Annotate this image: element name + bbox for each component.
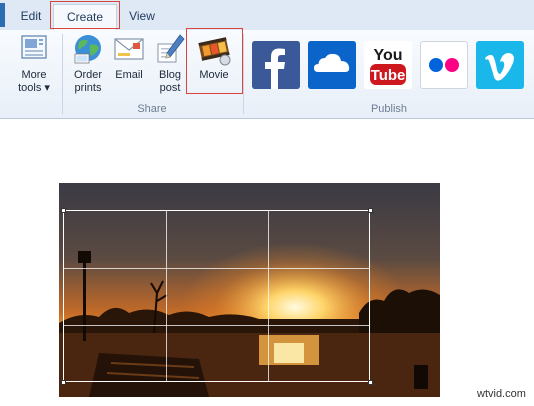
- crop-handle-bottom-left[interactable]: [61, 380, 66, 385]
- ribbon-separator: [62, 34, 63, 114]
- tab-edit[interactable]: Edit: [10, 4, 52, 30]
- crop-grid-line: [64, 325, 369, 326]
- create-tab-highlight: [50, 1, 120, 29]
- order-prints-button[interactable]: Order prints: [66, 32, 110, 100]
- ribbon-tab-bar: Edit Create View: [0, 0, 534, 31]
- facebook-icon: [252, 41, 300, 89]
- ribbon-separator: [243, 34, 244, 114]
- publish-group-label: Publish: [370, 103, 408, 115]
- vimeo-icon: [476, 41, 524, 89]
- youtube-tube-text: Tube: [371, 67, 406, 84]
- crop-handle-top-left[interactable]: [61, 208, 66, 213]
- crop-grid-line: [166, 211, 167, 381]
- flickr-icon: [421, 42, 467, 88]
- app-menu-button[interactable]: [0, 3, 5, 27]
- youtube-icon: You Tube: [364, 41, 412, 89]
- facebook-button[interactable]: [252, 41, 300, 89]
- share-group-label: Share: [137, 103, 167, 115]
- crop-handle-top-right[interactable]: [368, 208, 373, 213]
- crop-grid-line: [64, 268, 369, 269]
- vimeo-button[interactable]: [476, 41, 524, 89]
- more-tools-label: More tools ▾: [18, 69, 50, 94]
- more-tools-icon: [21, 35, 47, 59]
- globe-icon: [74, 35, 101, 64]
- crop-handle-bottom-right[interactable]: [368, 380, 373, 385]
- crop-frame[interactable]: [63, 210, 370, 382]
- pen-icon: [157, 34, 185, 63]
- watermark: wtvid.com: [477, 388, 526, 400]
- order-prints-label: Order prints: [73, 69, 103, 94]
- blog-post-label: Blog post: [158, 69, 182, 94]
- onedrive-icon: [308, 41, 356, 89]
- flickr-button[interactable]: [420, 41, 468, 89]
- onedrive-button[interactable]: [308, 41, 356, 89]
- crop-grid-line: [268, 211, 269, 381]
- movie-button-highlight: [186, 28, 243, 94]
- more-tools-button[interactable]: More tools ▾: [12, 32, 56, 100]
- tab-view[interactable]: View: [118, 4, 166, 30]
- email-button[interactable]: Email: [110, 32, 148, 100]
- email-icon: [114, 38, 144, 60]
- email-label: Email: [115, 69, 143, 81]
- youtube-button[interactable]: You Tube: [364, 41, 412, 89]
- ribbon: Edit Create View More tools ▾ Order prin…: [0, 0, 534, 120]
- youtube-you-text: You: [373, 47, 402, 64]
- blog-post-button[interactable]: Blog post: [150, 32, 190, 100]
